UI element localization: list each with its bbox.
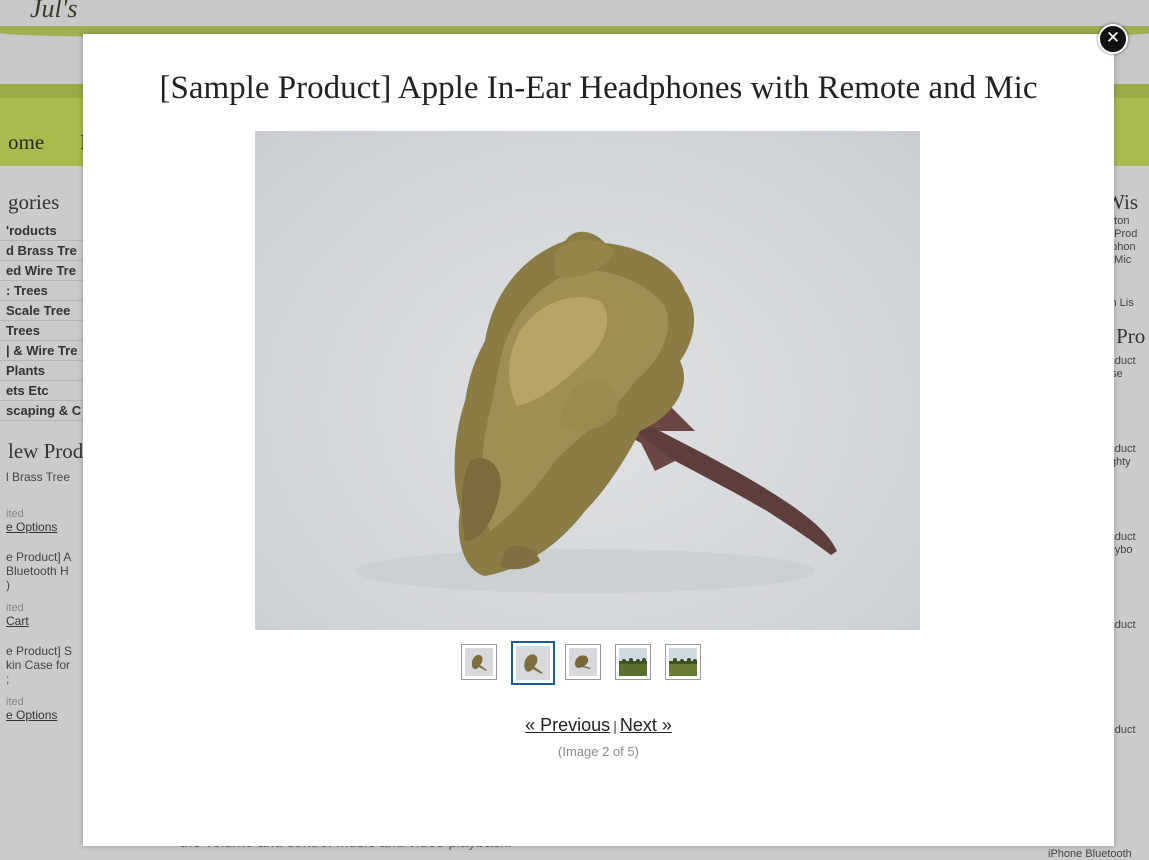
nav-separator: |	[613, 718, 617, 734]
rating-label: ited	[6, 508, 24, 520]
product-name[interactable]: kin Case for	[0, 658, 92, 672]
category-item[interactable]: Plants	[0, 361, 92, 381]
choose-options-link[interactable]: e Options	[0, 520, 92, 534]
choose-options-link[interactable]: e Options	[0, 708, 92, 722]
new-products-heading: lew Prod	[8, 439, 84, 463]
product-name: )	[6, 578, 10, 592]
product-name[interactable]: iPhone Bluetooth	[1048, 848, 1132, 860]
next-link[interactable]: Next »	[620, 715, 672, 735]
category-item[interactable]: Trees	[0, 321, 92, 341]
thumbnail-image	[516, 646, 550, 680]
category-item[interactable]: Scale Tree	[0, 301, 92, 321]
add-to-cart-link[interactable]: Cart	[0, 614, 92, 628]
category-item[interactable]: d Brass Tre	[0, 241, 92, 261]
category-item[interactable]: 'roducts	[0, 221, 92, 241]
lightbox-modal: [Sample Product] Apple In-Ear Headphones…	[83, 34, 1114, 846]
thumbnail-4[interactable]	[615, 644, 651, 680]
left-sidebar: gories 'roducts d Brass Tre ed Wire Tre …	[0, 190, 92, 722]
thumbnail-image	[569, 648, 597, 676]
close-icon[interactable]: ✕	[1098, 24, 1128, 54]
nav-item-home[interactable]: ome	[8, 130, 44, 155]
product-name[interactable]: e Product] A	[0, 550, 92, 564]
lightbox-title: [Sample Product] Apple In-Ear Headphones…	[159, 70, 1038, 106]
category-item[interactable]: scaping & C	[0, 401, 92, 421]
product-name[interactable]: Bluetooth H	[0, 564, 92, 578]
category-item[interactable]: : Trees	[0, 281, 92, 301]
tree-illustration	[355, 231, 837, 593]
category-item[interactable]: ed Wire Tre	[0, 261, 92, 281]
thumbnail-2[interactable]	[511, 641, 555, 685]
new-product-item[interactable]: l Brass Tree	[0, 470, 92, 484]
site-logo[interactable]: Jul's	[30, 0, 77, 24]
categories-heading: gories	[8, 190, 60, 214]
thumbnail-image	[619, 648, 647, 676]
lightbox-navigation: « Previous | Next »	[83, 715, 1114, 736]
category-item[interactable]: | & Wire Tre	[0, 341, 92, 361]
thumbnail-3[interactable]	[565, 644, 601, 680]
product-name: ;	[6, 672, 10, 686]
image-counter: (Image 2 of 5)	[558, 744, 639, 759]
thumbnail-1[interactable]	[461, 644, 497, 680]
product-main-image	[255, 131, 920, 630]
rating-label: ited	[6, 696, 24, 708]
rating-label: ited	[6, 602, 24, 614]
product-name[interactable]: e Product] S	[0, 644, 92, 658]
thumbnail-5[interactable]	[665, 644, 701, 680]
thumbnail-image	[465, 648, 493, 676]
previous-link[interactable]: « Previous	[525, 715, 610, 735]
category-item[interactable]: ets Etc	[0, 381, 92, 401]
thumbnail-image	[669, 648, 697, 676]
